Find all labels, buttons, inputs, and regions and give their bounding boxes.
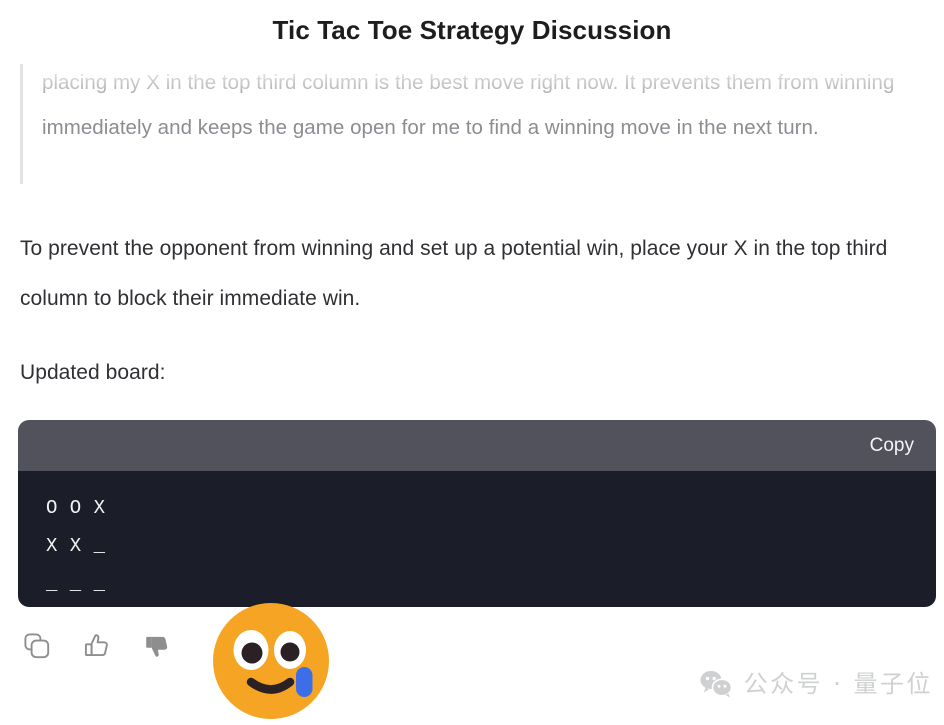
- copy-code-button[interactable]: Copy: [870, 435, 914, 457]
- emoji-overlay: [211, 601, 331, 721]
- thumbs-down-button[interactable]: [138, 624, 176, 668]
- quoted-message-text: placing my X in the top third column is …: [42, 71, 895, 139]
- reply-paragraph-primary: To prevent the opponent from winning and…: [20, 237, 888, 310]
- thumbs-up-icon: [83, 632, 111, 660]
- copy-message-button[interactable]: [18, 624, 56, 668]
- code-line: X X _: [46, 535, 106, 557]
- watermark: 公众号 · 量子位: [699, 669, 933, 699]
- code-block: Copy O O X X X _ _ _ _: [18, 420, 936, 607]
- code-block-header: Copy: [18, 420, 936, 471]
- thumbs-up-button[interactable]: [78, 624, 116, 668]
- thumbs-down-icon: [143, 632, 171, 660]
- code-block-body: O O X X X _ _ _ _: [18, 471, 936, 607]
- copy-icon: [24, 633, 50, 659]
- face-holding-back-tears-icon: [211, 601, 331, 721]
- watermark-label: 公众号 · 量子位: [743, 670, 933, 698]
- code-line: O O X: [46, 497, 106, 519]
- wechat-icon: [699, 669, 733, 699]
- code-line: _ _ _: [46, 573, 106, 595]
- page-title: Tic Tac Toe Strategy Discussion: [272, 15, 672, 45]
- message-action-bar: [18, 624, 176, 668]
- reply-paragraph-board-label: Updated board:: [20, 361, 166, 384]
- quoted-message-block: placing my X in the top third column is …: [20, 64, 924, 184]
